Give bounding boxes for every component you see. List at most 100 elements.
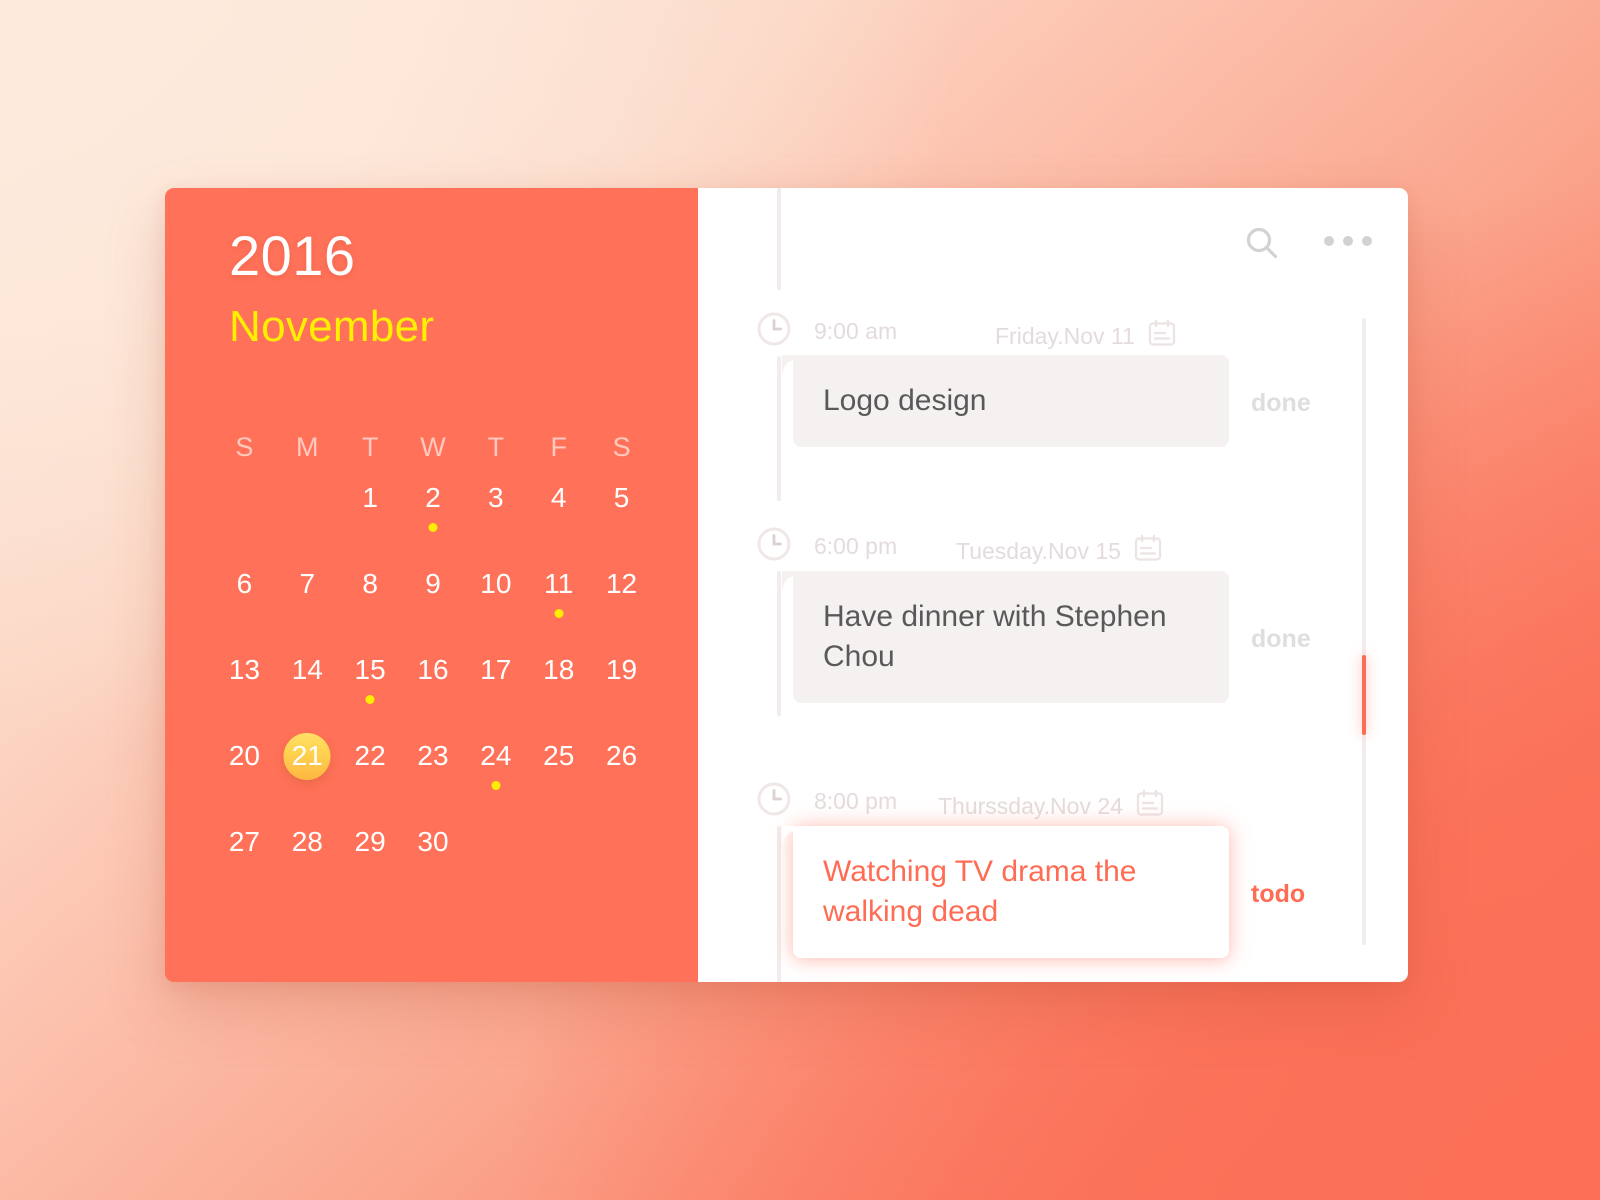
calendar-day-number: 26 [605, 740, 638, 771]
scrollbar-thumb[interactable] [1362, 655, 1366, 735]
agenda-entry-status: done [1251, 625, 1311, 653]
calendar-day-number: 15 [354, 654, 386, 685]
calendar-day-6[interactable]: 6 [213, 557, 276, 643]
calendar-day-24[interactable]: 24 [464, 729, 527, 815]
agenda-entry-title: Logo design [823, 384, 987, 417]
calendar-day-number: 16 [417, 654, 449, 685]
calendar-day-18[interactable]: 18 [527, 643, 590, 729]
calendar-year: 2016 [229, 224, 356, 287]
agenda-timeline: 9:00 am Friday.Nov 11 Logo design done 6:00 … [698, 188, 1408, 982]
calendar-icon[interactable] [1136, 789, 1164, 823]
calendar-day-number: 24 [480, 740, 512, 771]
event-dot [428, 523, 438, 532]
calendar-day-number: 5 [613, 482, 630, 513]
agenda-entry-time: 6:00 pm [814, 532, 898, 559]
agenda-entry-date: Thurssday.Nov 24 [938, 792, 1123, 819]
agenda-entry-card[interactable]: Have dinner with Stephen Chou [782, 571, 1229, 703]
calendar-day-3[interactable]: 3 [464, 471, 527, 557]
calendar-day-29[interactable]: 29 [339, 815, 402, 901]
clock-icon [756, 781, 792, 822]
weekday-header: W [420, 431, 446, 462]
agenda-entry-card[interactable]: Watching TV drama the walking dead [782, 826, 1229, 958]
event-dot [365, 695, 375, 704]
calendar-day-19[interactable]: 19 [590, 643, 653, 729]
calendar-day-number: 7 [299, 568, 316, 599]
agenda-scrollbar[interactable] [1362, 318, 1366, 945]
agenda-entry-date: Tuesday.Nov 15 [956, 537, 1121, 564]
calendar-day-number: 14 [291, 654, 323, 685]
calendar-day-30[interactable]: 30 [402, 815, 465, 901]
calendar-day-number: 22 [354, 740, 386, 771]
weekday-header: T [361, 431, 379, 462]
calendar-day-7[interactable]: 7 [276, 557, 339, 643]
calendar-day-number: 29 [354, 826, 386, 857]
calendar-day-22[interactable]: 22 [339, 729, 402, 815]
calendar-panel: 2016 November S M T W T F S 1 2 3 4 5 6 7 8 9 10 11 12 13 14… [165, 188, 698, 982]
calendar-day-1[interactable]: 1 [339, 471, 402, 557]
agenda-entry-date: Friday.Nov 11 [995, 322, 1135, 349]
calendar-day-number: 2 [425, 482, 441, 513]
calendar-day-number: 8 [362, 568, 378, 599]
calendar-month: November [229, 302, 435, 351]
calendar-icon[interactable] [1134, 534, 1162, 568]
weekday-header: M [296, 431, 319, 462]
calendar-day-number: 18 [543, 654, 575, 685]
app-background: 2016 November S M T W T F S 1 2 3 4 5 6 7 8 9 10 11 12 13 14… [0, 0, 1600, 1200]
timeline-rail-segment [777, 571, 781, 716]
calendar-day-number: 9 [425, 568, 441, 599]
calendar-app-card: 2016 November S M T W T F S 1 2 3 4 5 6 7 8 9 10 11 12 13 14… [165, 188, 1408, 982]
calendar-icon[interactable] [1148, 319, 1176, 353]
agenda-entry-status: todo [1251, 880, 1306, 908]
agenda-entry-date-group: Friday.Nov 11 [995, 319, 1176, 353]
event-dot [554, 609, 564, 618]
calendar-day-21[interactable]: 21 [276, 729, 339, 815]
calendar-day-12[interactable]: 12 [590, 557, 653, 643]
weekday-header: S [235, 431, 254, 462]
calendar-day-27[interactable]: 27 [213, 815, 276, 901]
weekday-header: S [612, 431, 631, 462]
calendar-day-number: 21 [291, 740, 323, 771]
calendar-day-number: 20 [228, 740, 260, 771]
calendar-day-26[interactable]: 26 [590, 729, 653, 815]
calendar-day-2[interactable]: 2 [402, 471, 465, 557]
weekday-header: T [487, 431, 505, 462]
calendar-day-15[interactable]: 15 [339, 643, 402, 729]
calendar-day-number: 19 [605, 654, 638, 685]
calendar-day-9[interactable]: 9 [402, 557, 465, 643]
calendar-day-10[interactable]: 10 [464, 557, 527, 643]
agenda-panel: 9:00 am Friday.Nov 11 Logo design done 6:00 … [698, 188, 1408, 982]
calendar-day-25[interactable]: 25 [527, 729, 590, 815]
agenda-entry-card[interactable]: Logo design [782, 355, 1229, 447]
agenda-entry-time: 9:00 am [814, 317, 898, 344]
calendar-day-4[interactable]: 4 [527, 471, 590, 557]
calendar-day-number: 12 [605, 568, 638, 599]
timeline-rail-segment [777, 356, 781, 501]
calendar-day-16[interactable]: 16 [402, 643, 465, 729]
calendar-day-20[interactable]: 20 [213, 729, 276, 815]
calendar-day-8[interactable]: 8 [339, 557, 402, 643]
agenda-entry-time: 8:00 pm [814, 787, 898, 814]
calendar-day-number: 27 [228, 826, 260, 857]
calendar-day-13[interactable]: 13 [213, 643, 276, 729]
calendar-grid: S M T W T F S 1 2 3 4 5 6 7 8 9 10 11 12 13 14 15 16 17 18 19 20 21… [213, 423, 653, 901]
timeline-rail-segment [777, 188, 781, 290]
calendar-day-5[interactable]: 5 [590, 471, 653, 557]
calendar-day-number: 11 [544, 568, 574, 599]
calendar-day-number: 10 [480, 568, 512, 599]
calendar-day-number: 17 [480, 654, 512, 685]
calendar-day-17[interactable]: 17 [464, 643, 527, 729]
calendar-day-23[interactable]: 23 [402, 729, 465, 815]
calendar-day-number: 3 [488, 482, 504, 513]
agenda-entry-header: 8:00 pm [756, 781, 897, 821]
agenda-entry-status: done [1251, 389, 1311, 417]
calendar-day-number: 4 [550, 482, 567, 513]
calendar-day-11[interactable]: 11 [527, 557, 590, 643]
calendar-day-number: 23 [417, 740, 449, 771]
calendar-day-28[interactable]: 28 [276, 815, 339, 901]
agenda-entry-date-group: Tuesday.Nov 15 [956, 534, 1162, 568]
calendar-day-number: 1 [362, 482, 378, 513]
clock-icon [756, 526, 792, 567]
calendar-day-14[interactable]: 14 [276, 643, 339, 729]
agenda-entry-date-group: Thurssday.Nov 24 [938, 789, 1164, 823]
clock-icon [756, 311, 792, 352]
